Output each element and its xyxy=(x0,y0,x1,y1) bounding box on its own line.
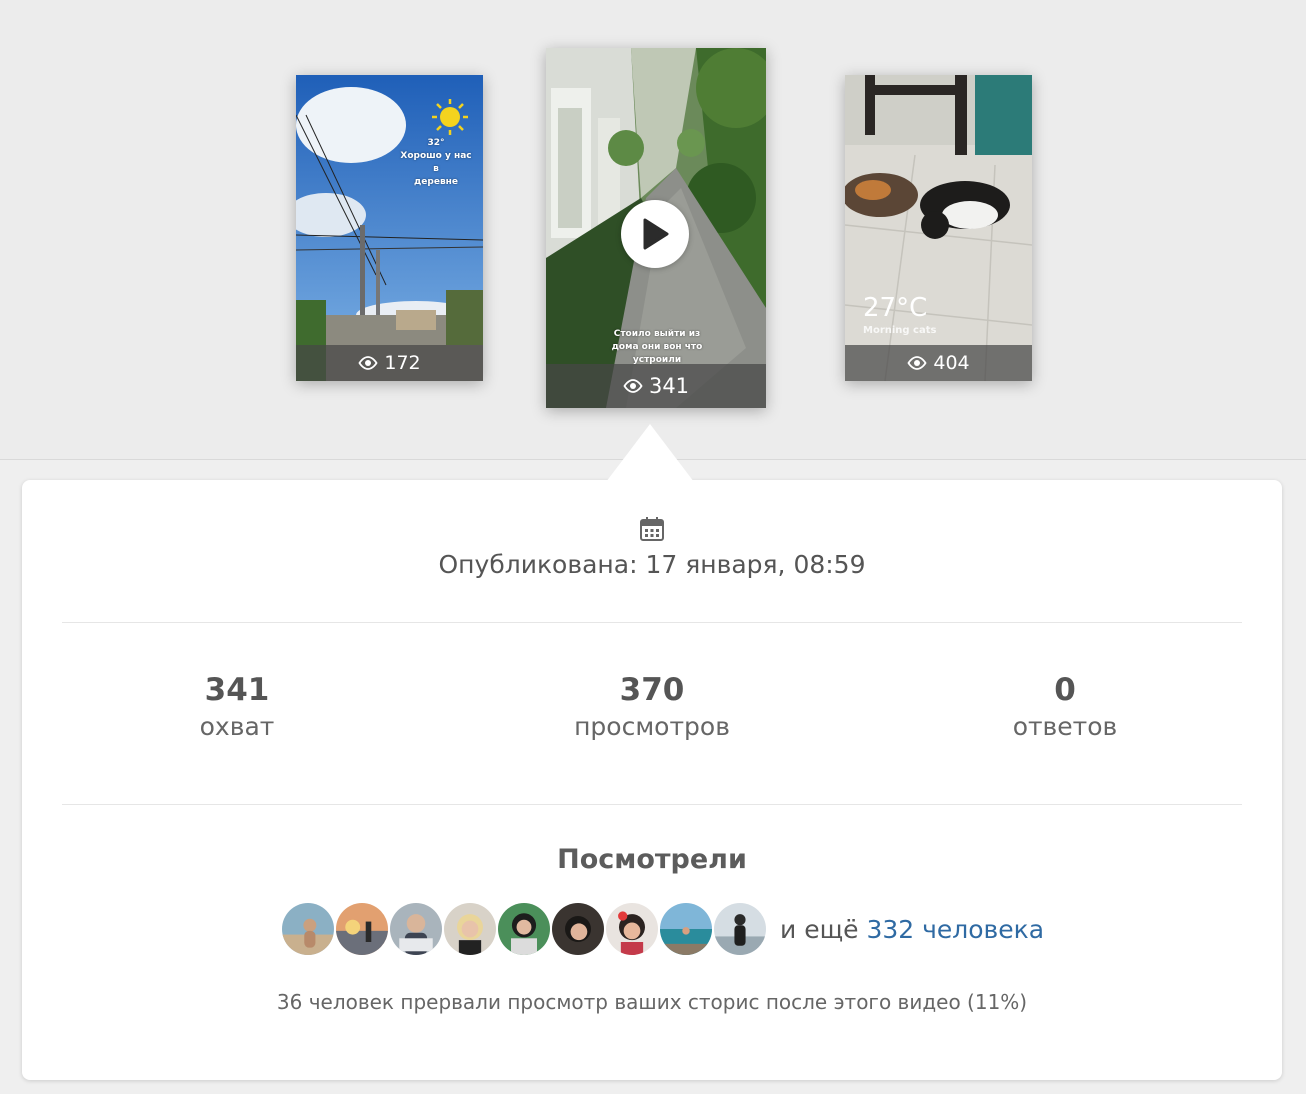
more-viewers: и ещё 332 человека xyxy=(780,915,1044,944)
stat-label: ответов xyxy=(1012,712,1118,741)
more-viewers-link[interactable]: 332 человека xyxy=(866,915,1044,944)
eye-icon xyxy=(623,379,643,393)
story-details-card: Опубликована: 17 января, 08:59 341 охват… xyxy=(22,480,1282,1080)
avatar[interactable] xyxy=(334,901,390,957)
play-icon xyxy=(643,218,669,250)
avatar[interactable] xyxy=(280,901,336,957)
more-viewers-prefix: и ещё xyxy=(780,914,859,944)
caption-line: Стоило выйти из xyxy=(613,329,701,339)
story-caption: 32° Хорошо у нас в деревне xyxy=(396,137,476,189)
card-pointer xyxy=(606,424,694,482)
story-temperature-subtitle: Morning cats xyxy=(863,325,937,336)
avatar[interactable] xyxy=(388,901,444,957)
eye-icon xyxy=(907,356,927,370)
stat-value: 370 xyxy=(619,672,685,708)
story-thumbnail-3[interactable]: 27°C Morning cats 404 xyxy=(845,75,1032,381)
avatar[interactable] xyxy=(658,901,714,957)
published-date: Опубликована: 17 января, 08:59 xyxy=(438,550,866,579)
caption-line: дома они вон что xyxy=(611,342,703,352)
viewers-title: Посмотрели xyxy=(557,844,747,875)
stat-label: просмотров xyxy=(574,712,730,741)
story-views-bar: 404 xyxy=(845,345,1032,381)
avatar[interactable] xyxy=(604,901,660,957)
viewers-avatars: и ещё 332 человека xyxy=(280,900,1044,958)
story-image-village xyxy=(296,75,483,381)
story-temperature: 27°C xyxy=(863,293,928,323)
caption-line: 32° xyxy=(427,138,445,148)
story-thumbnail-2[interactable]: Стоило выйти из дома они вон что устроил… xyxy=(546,48,766,408)
stat-value: 0 xyxy=(1054,672,1076,708)
stat-replies: 0 ответов xyxy=(915,670,1215,744)
divider xyxy=(62,622,1242,623)
stat-label: охват xyxy=(199,712,275,741)
play-button[interactable] xyxy=(621,200,689,268)
caption-line: Хорошо у нас в xyxy=(400,151,472,174)
avatar[interactable] xyxy=(496,901,552,957)
dropped-viewers-text: 36 человек прервали просмотр ваших стори… xyxy=(276,990,1028,1014)
stat-reach: 341 охват xyxy=(87,670,387,744)
caption-line: деревне xyxy=(414,177,458,187)
story-views-count: 404 xyxy=(933,352,970,374)
story-views-count: 341 xyxy=(648,374,690,398)
avatar[interactable] xyxy=(550,901,606,957)
story-thumbnail-1[interactable]: 32° Хорошо у нас в деревне 172 xyxy=(296,75,483,381)
calendar-icon xyxy=(640,517,664,541)
story-views-bar: 172 xyxy=(296,345,483,381)
story-views-count: 172 xyxy=(384,352,421,374)
published-info: Опубликована: 17 января, 08:59 xyxy=(22,516,1282,579)
story-caption: Стоило выйти из дома они вон что устроил… xyxy=(602,328,712,367)
eye-icon xyxy=(358,356,378,370)
story-views-bar: 341 xyxy=(546,364,766,408)
divider xyxy=(62,804,1242,805)
stat-views: 370 просмотров xyxy=(502,670,802,744)
avatar[interactable] xyxy=(712,901,768,957)
avatar[interactable] xyxy=(442,901,498,957)
stat-value: 341 xyxy=(204,672,270,708)
